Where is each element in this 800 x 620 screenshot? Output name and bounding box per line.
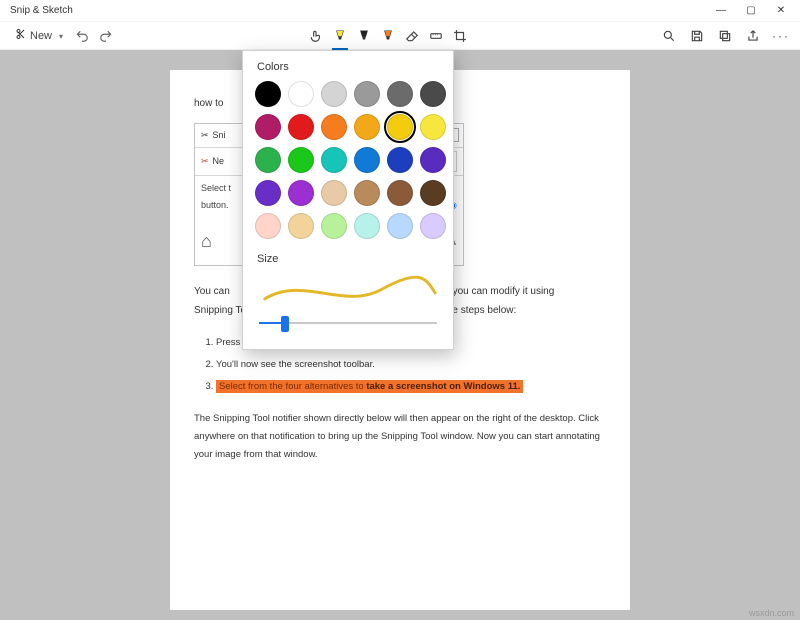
- color-swatch[interactable]: [420, 213, 446, 239]
- title-bar: Snip & Sketch — ▢ ✕: [0, 0, 800, 22]
- toolbar-right: ···: [658, 25, 792, 47]
- undo-button[interactable]: [71, 25, 93, 47]
- close-button[interactable]: ✕: [766, 1, 796, 21]
- highlighter-yellow-button[interactable]: [329, 25, 351, 47]
- color-swatch[interactable]: [354, 147, 380, 173]
- zoom-button[interactable]: [658, 25, 680, 47]
- paragraph-2: The Snipping Tool notifier shown directl…: [194, 410, 606, 464]
- save-icon: [690, 29, 704, 43]
- card-row2-text: Ne: [213, 153, 225, 170]
- eraser-button[interactable]: [401, 25, 423, 47]
- share-icon: [746, 29, 760, 43]
- size-label: Size: [257, 253, 441, 265]
- new-button[interactable]: New: [8, 25, 69, 47]
- step2-text: You'll now see the screenshot toolbar.: [216, 359, 375, 370]
- ruler-button[interactable]: [425, 25, 447, 47]
- color-swatch[interactable]: [288, 180, 314, 206]
- card-desc-1: Select t: [201, 183, 231, 193]
- more-button[interactable]: ···: [770, 25, 792, 47]
- window-title: Snip & Sketch: [10, 5, 73, 16]
- colors-label: Colors: [257, 61, 441, 73]
- highlighter-orange-icon: [381, 29, 395, 43]
- touch-write-icon: [309, 29, 323, 43]
- color-swatch[interactable]: [387, 147, 413, 173]
- color-swatch[interactable]: [255, 147, 281, 173]
- copy-icon: [718, 29, 732, 43]
- step-3: Select from the four alternatives to tak…: [216, 378, 606, 396]
- color-swatch[interactable]: [387, 213, 413, 239]
- toolbar-left: New: [8, 25, 117, 47]
- copy-button[interactable]: [714, 25, 736, 47]
- color-swatch[interactable]: [288, 213, 314, 239]
- step-2: You'll now see the screenshot toolbar.: [216, 356, 606, 374]
- color-swatch[interactable]: [354, 81, 380, 107]
- highlighter-black-button[interactable]: [353, 25, 375, 47]
- more-icon: ···: [772, 29, 790, 43]
- watermark-text: wsxdn.com: [749, 608, 794, 618]
- color-swatch[interactable]: [321, 81, 347, 107]
- color-swatch[interactable]: [255, 213, 281, 239]
- color-swatch-grid: [255, 81, 441, 239]
- color-swatch[interactable]: [321, 114, 347, 140]
- scissors-small-icon: ✂: [201, 153, 209, 170]
- color-swatch[interactable]: [288, 147, 314, 173]
- color-swatch[interactable]: [387, 114, 413, 140]
- color-swatch[interactable]: [354, 114, 380, 140]
- color-swatch[interactable]: [354, 180, 380, 206]
- color-swatch[interactable]: [255, 114, 281, 140]
- chevron-down-icon: [56, 30, 63, 42]
- zoom-icon: [662, 29, 676, 43]
- scissors-small-icon: ✂: [201, 127, 209, 144]
- save-button[interactable]: [686, 25, 708, 47]
- minimize-button[interactable]: —: [706, 1, 736, 21]
- color-swatch[interactable]: [255, 81, 281, 107]
- window-controls: — ▢ ✕: [706, 1, 796, 21]
- color-swatch[interactable]: [321, 180, 347, 206]
- crop-button[interactable]: [449, 25, 471, 47]
- card-desc-2: button.: [201, 200, 229, 210]
- color-swatch[interactable]: [321, 213, 347, 239]
- windows-logo-icon: ⌂: [201, 231, 212, 251]
- color-swatch[interactable]: [420, 147, 446, 173]
- highlighter-black-icon: [357, 29, 371, 43]
- maximize-button[interactable]: ▢: [736, 1, 766, 21]
- main-toolbar: New: [0, 22, 800, 50]
- highlighter-orange-button[interactable]: [377, 25, 399, 47]
- color-swatch[interactable]: [420, 81, 446, 107]
- color-swatch[interactable]: [288, 114, 314, 140]
- new-button-label: New: [30, 30, 52, 42]
- color-swatch[interactable]: [255, 180, 281, 206]
- step3-bold: take a screenshot on Windows 11.: [366, 381, 520, 392]
- crop-icon: [453, 29, 467, 43]
- body-frag-1: You can: [194, 286, 230, 297]
- color-swatch[interactable]: [420, 114, 446, 140]
- card-row1-text: Sni: [213, 127, 226, 144]
- color-swatch[interactable]: [387, 180, 413, 206]
- share-button[interactable]: [742, 25, 764, 47]
- color-swatch[interactable]: [420, 180, 446, 206]
- color-swatch[interactable]: [354, 213, 380, 239]
- step3-pre: Select from the four alternatives to: [219, 381, 366, 392]
- color-picker-popup: Colors Size: [242, 50, 454, 350]
- stroke-size-preview: [255, 273, 441, 307]
- slider-thumb[interactable]: [281, 316, 289, 332]
- step1-pre: Press: [216, 337, 243, 348]
- color-swatch[interactable]: [288, 81, 314, 107]
- color-swatch[interactable]: [321, 147, 347, 173]
- touch-write-button[interactable]: [305, 25, 327, 47]
- size-slider[interactable]: [255, 313, 441, 333]
- step3-highlight: Select from the four alternatives to tak…: [216, 380, 523, 393]
- toolbar-center: [119, 25, 656, 47]
- scissors-icon: [14, 28, 26, 43]
- redo-button[interactable]: [95, 25, 117, 47]
- eraser-icon: [405, 29, 419, 43]
- color-swatch[interactable]: [387, 81, 413, 107]
- highlighter-yellow-icon: [333, 29, 347, 43]
- app-window: Snip & Sketch — ▢ ✕ New: [0, 0, 800, 620]
- ruler-icon: [429, 29, 443, 43]
